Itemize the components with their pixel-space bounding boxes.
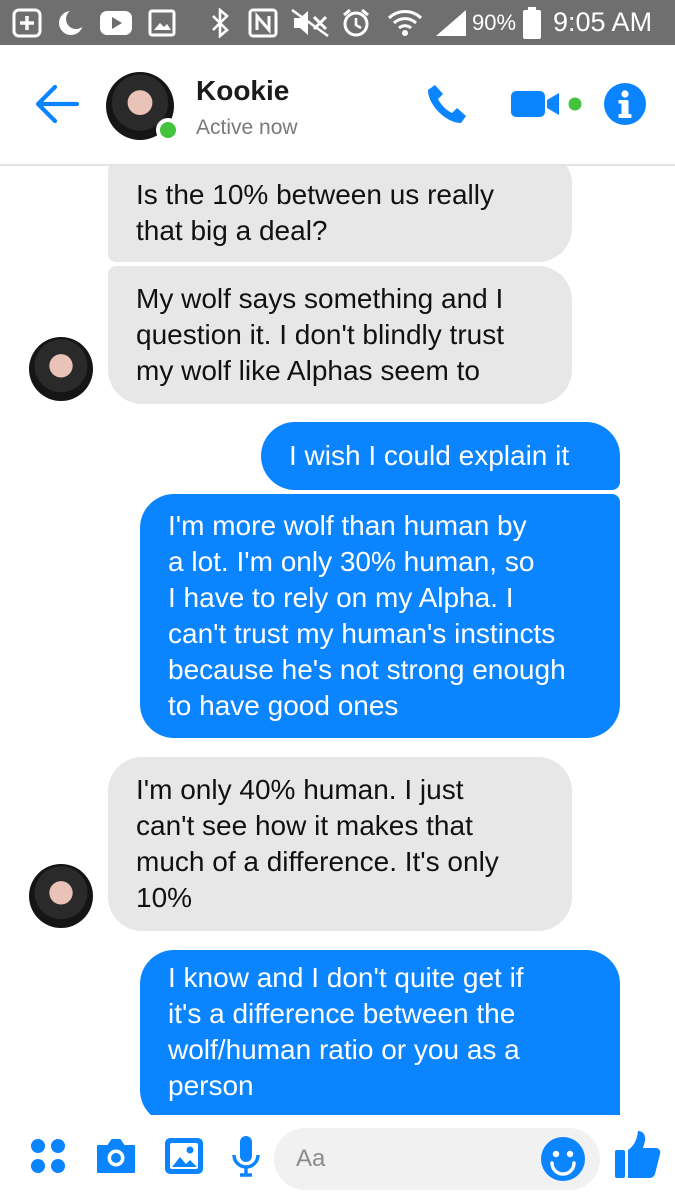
like-button[interactable] xyxy=(612,1127,662,1185)
gallery-icon xyxy=(146,0,178,45)
mute-icon xyxy=(288,0,332,45)
nfc-icon xyxy=(246,0,280,45)
incoming-message[interactable]: I'm only 40% human. I just can't see how… xyxy=(108,757,572,931)
sender-avatar xyxy=(29,337,93,401)
signal-icon xyxy=(432,0,470,45)
wifi-icon xyxy=(386,0,424,45)
camera-button[interactable] xyxy=(92,1133,140,1183)
info-icon xyxy=(603,82,647,131)
moon-icon xyxy=(54,0,88,45)
message-list[interactable]: Is the 10% between us really that big a … xyxy=(0,166,675,1115)
back-button[interactable] xyxy=(32,83,82,129)
camera-icon xyxy=(94,1137,138,1180)
outgoing-message[interactable]: I'm more wolf than human by a lot. I'm o… xyxy=(140,494,620,738)
incoming-message[interactable]: My wolf says something and I question it… xyxy=(108,266,572,404)
contact-name[interactable]: Kookie xyxy=(196,75,289,107)
gallery-icon xyxy=(163,1136,205,1181)
back-arrow-icon xyxy=(35,84,80,129)
clock: 9:05 AM xyxy=(553,7,653,37)
video-camera-icon xyxy=(509,87,585,126)
voice-message-button[interactable] xyxy=(228,1133,264,1183)
alarm-icon xyxy=(340,0,372,45)
microphone-icon xyxy=(231,1134,261,1183)
status-bar: 90% 9:05 AM xyxy=(0,0,675,45)
gallery-button[interactable] xyxy=(161,1133,207,1183)
sender-avatar xyxy=(29,864,93,928)
emoji-icon xyxy=(540,1137,586,1186)
incoming-message[interactable]: Is the 10% between us really that big a … xyxy=(108,166,572,262)
battery-percent: 90% xyxy=(472,10,517,35)
battery-icon xyxy=(521,0,543,45)
contact-avatar-container[interactable] xyxy=(106,72,180,142)
emoji-button[interactable] xyxy=(540,1136,586,1182)
apps-button[interactable] xyxy=(26,1133,70,1183)
contact-status: Active now xyxy=(196,116,298,139)
voice-call-button[interactable] xyxy=(422,83,472,129)
thumbs-up-icon xyxy=(613,1128,661,1185)
outgoing-message[interactable]: I know and I don't quite get if it's a d… xyxy=(140,950,620,1115)
apps-icon xyxy=(28,1136,68,1181)
message-composer xyxy=(0,1115,675,1200)
outgoing-message[interactable]: I wish I could explain it xyxy=(261,422,620,490)
conversation-header: Kookie Active now xyxy=(0,45,675,166)
online-indicator xyxy=(156,118,180,142)
add-icon xyxy=(10,0,44,45)
phone-icon xyxy=(425,82,469,131)
youtube-icon xyxy=(98,0,134,45)
bluetooth-icon xyxy=(206,0,234,45)
video-call-button[interactable] xyxy=(508,83,586,129)
info-button[interactable] xyxy=(602,82,648,131)
